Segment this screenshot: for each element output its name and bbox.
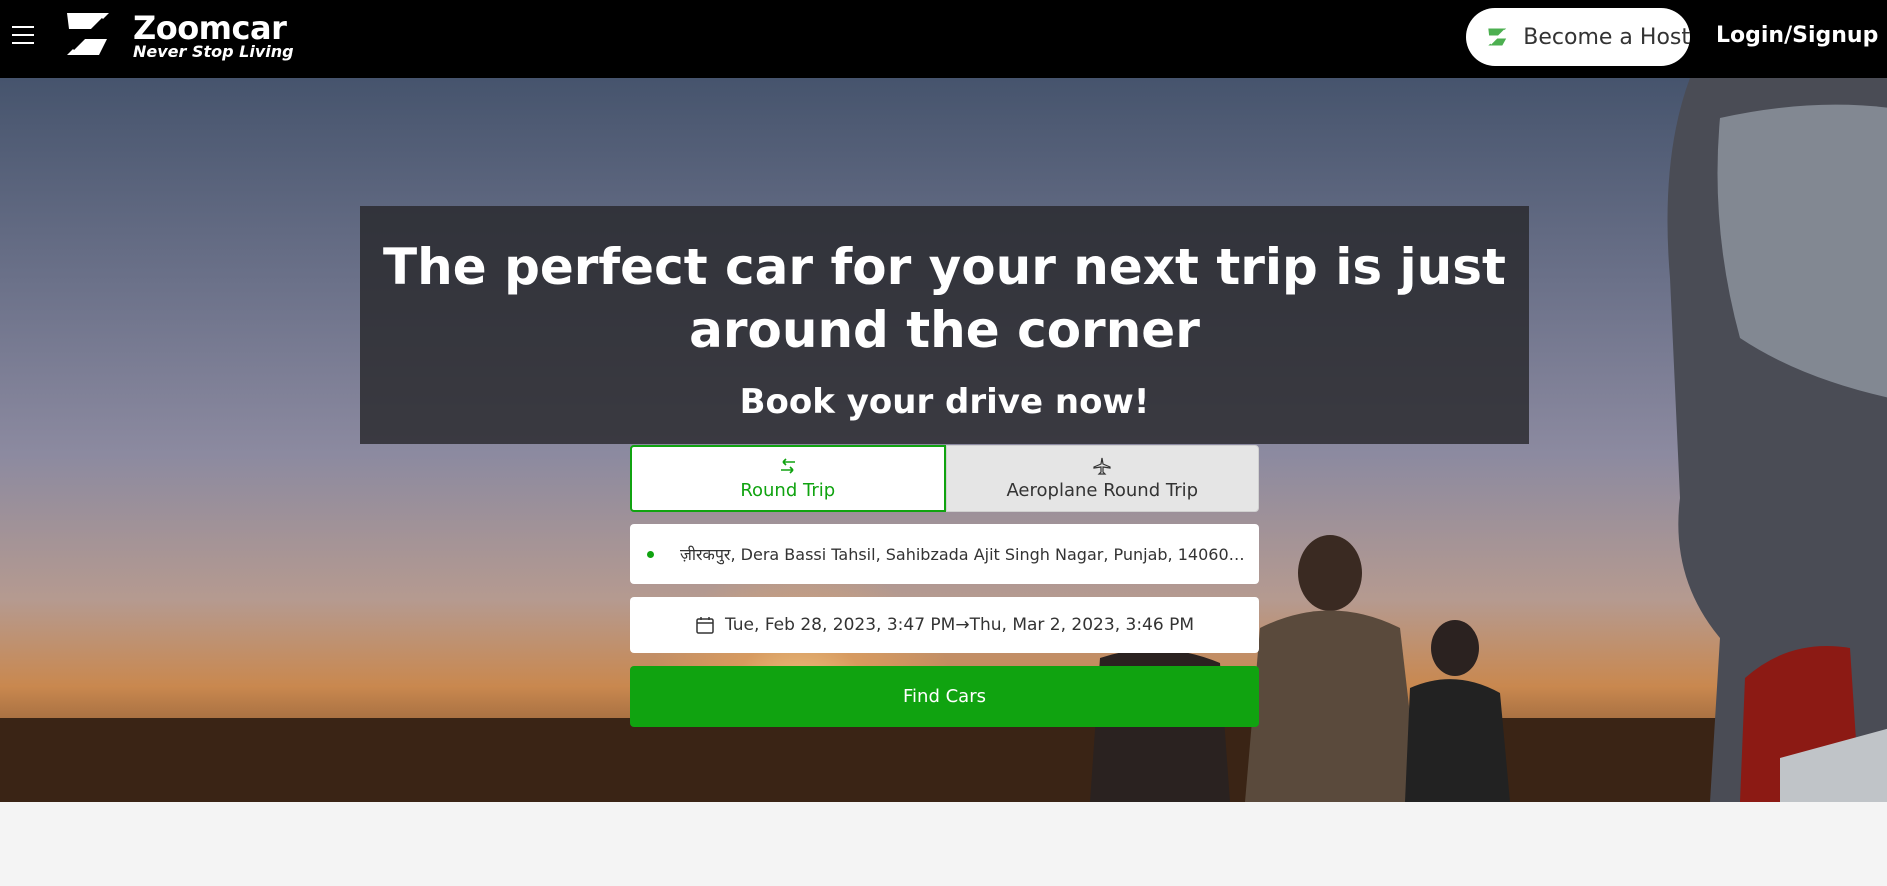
find-cars-button[interactable]: Find Cars — [630, 666, 1259, 727]
become-host-label: Become a Host — [1523, 24, 1690, 50]
hero-subheadline: Book your drive now! — [739, 382, 1150, 422]
horizon-hills — [0, 718, 1887, 802]
pickup-location-value: ज़ीरकपुर, Dera Bassi Tahsil, Sahibzada A… — [680, 545, 1250, 564]
round-trip-icon — [780, 458, 795, 474]
hero-headline: The perfect car for your next trip is ju… — [383, 238, 1506, 359]
car-rear-image — [1667, 78, 1887, 802]
zoomcar-z-icon — [1488, 28, 1507, 46]
round-trip-label: Round Trip — [740, 480, 836, 501]
top-navbar: Zoomcar Never Stop Living Become a Host … — [0, 0, 1887, 78]
tab-aeroplane-round-trip[interactable]: Aeroplane Round Trip — [945, 445, 1259, 512]
menu-icon[interactable] — [12, 26, 34, 46]
brand-tagline: Never Stop Living — [133, 42, 294, 61]
zoomcar-logo-icon — [67, 13, 109, 55]
aeroplane-icon — [1093, 457, 1111, 475]
trip-date-range-value: Tue, Feb 28, 2023, 3:47 PM→Thu, Mar 2, 2… — [724, 615, 1194, 635]
trip-date-range-field[interactable]: Tue, Feb 28, 2023, 3:47 PM→Thu, Mar 2, 2… — [630, 597, 1259, 653]
tab-round-trip[interactable]: Round Trip — [630, 445, 946, 512]
trip-type-tabs: Round Trip Aeroplane Round Trip — [630, 445, 1259, 512]
pickup-location-field[interactable]: ज़ीरकपुर, Dera Bassi Tahsil, Sahibzada A… — [630, 524, 1259, 584]
aeroplane-round-trip-label: Aeroplane Round Trip — [1006, 480, 1199, 501]
calendar-icon — [696, 617, 714, 634]
headline-banner: The perfect car for your next trip is ju… — [360, 206, 1529, 444]
location-dot-icon — [647, 550, 654, 558]
login-signup-link[interactable]: Login/Signup — [1716, 23, 1878, 48]
become-host-button[interactable]: Become a Host — [1466, 8, 1690, 66]
